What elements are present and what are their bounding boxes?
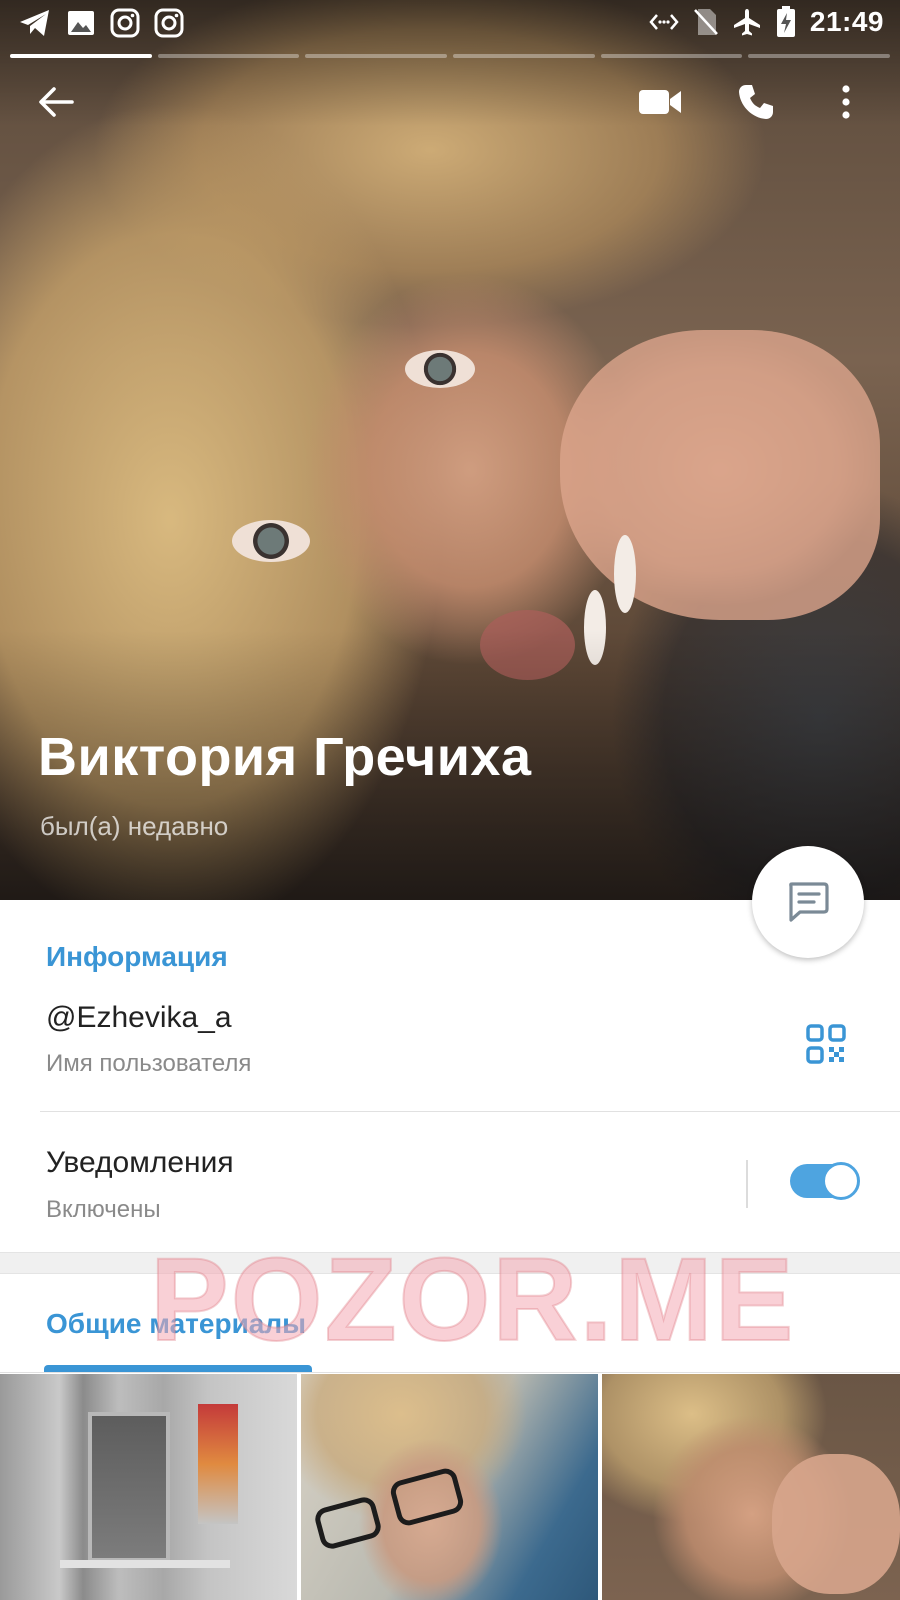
no-sim-icon — [693, 9, 718, 35]
toggle-separator — [746, 1160, 748, 1208]
thumb-poster — [198, 1404, 238, 1524]
media-thumbnail[interactable] — [301, 1374, 598, 1600]
thumb-elevator-mirror — [88, 1412, 170, 1562]
tab-shared-media[interactable]: Общие материалы — [46, 1308, 306, 1340]
story-progress — [10, 54, 891, 58]
qr-code-icon — [806, 1024, 846, 1064]
video-call-button[interactable] — [630, 74, 690, 130]
notifications-title: Уведомления — [46, 1146, 234, 1179]
notifications-state: Включены — [46, 1196, 161, 1223]
back-button[interactable] — [28, 74, 84, 130]
thumb-hand — [772, 1454, 900, 1594]
username-label: Имя пользователя — [46, 1050, 252, 1077]
more-options-button[interactable] — [826, 74, 866, 130]
gallery-icon — [68, 11, 94, 35]
thumb-glasses-left — [312, 1494, 384, 1552]
media-thumbnail[interactable] — [0, 1374, 297, 1600]
video-camera-icon — [639, 90, 681, 114]
status-bar: 21:49 — [0, 0, 900, 48]
top-action-bar — [0, 72, 900, 136]
clock: 21:49 — [809, 6, 884, 37]
story-segment — [157, 54, 300, 58]
story-segment — [748, 54, 891, 58]
more-vertical-icon — [842, 85, 850, 119]
profile-name: Виктория Гречиха — [38, 727, 532, 787]
story-segment — [10, 54, 152, 58]
instagram-icon — [110, 8, 140, 38]
notifications-toggle[interactable] — [790, 1162, 860, 1200]
info-section-header: Информация — [46, 941, 228, 972]
chat-bubble-icon — [789, 882, 829, 922]
story-segment — [600, 54, 743, 58]
thumb-rail — [60, 1560, 230, 1568]
arrow-left-icon — [39, 87, 74, 117]
section-gap — [0, 1252, 900, 1274]
instagram-icon — [154, 8, 184, 38]
send-message-button[interactable] — [752, 846, 864, 958]
username-value: @Ezhevika_a — [46, 1001, 232, 1034]
phone-icon — [739, 85, 773, 119]
tabs-border — [0, 1372, 900, 1373]
last-seen-status: был(а) недавно — [40, 811, 229, 841]
telegram-icon — [20, 10, 49, 36]
story-segment — [453, 54, 595, 58]
active-tab-indicator — [44, 1365, 312, 1372]
toggle-knob — [822, 1162, 860, 1200]
info-divider — [40, 1111, 900, 1112]
battery-charging-icon — [776, 6, 795, 37]
thumb-glasses-right — [388, 1465, 466, 1529]
airplane-icon — [733, 9, 760, 36]
media-thumbnail[interactable] — [602, 1374, 900, 1600]
story-segment — [305, 54, 448, 58]
qr-code-button[interactable] — [800, 1018, 852, 1070]
shared-media-grid — [0, 1374, 900, 1600]
data-transfer-icon — [649, 14, 679, 30]
voice-call-button[interactable] — [728, 74, 784, 130]
